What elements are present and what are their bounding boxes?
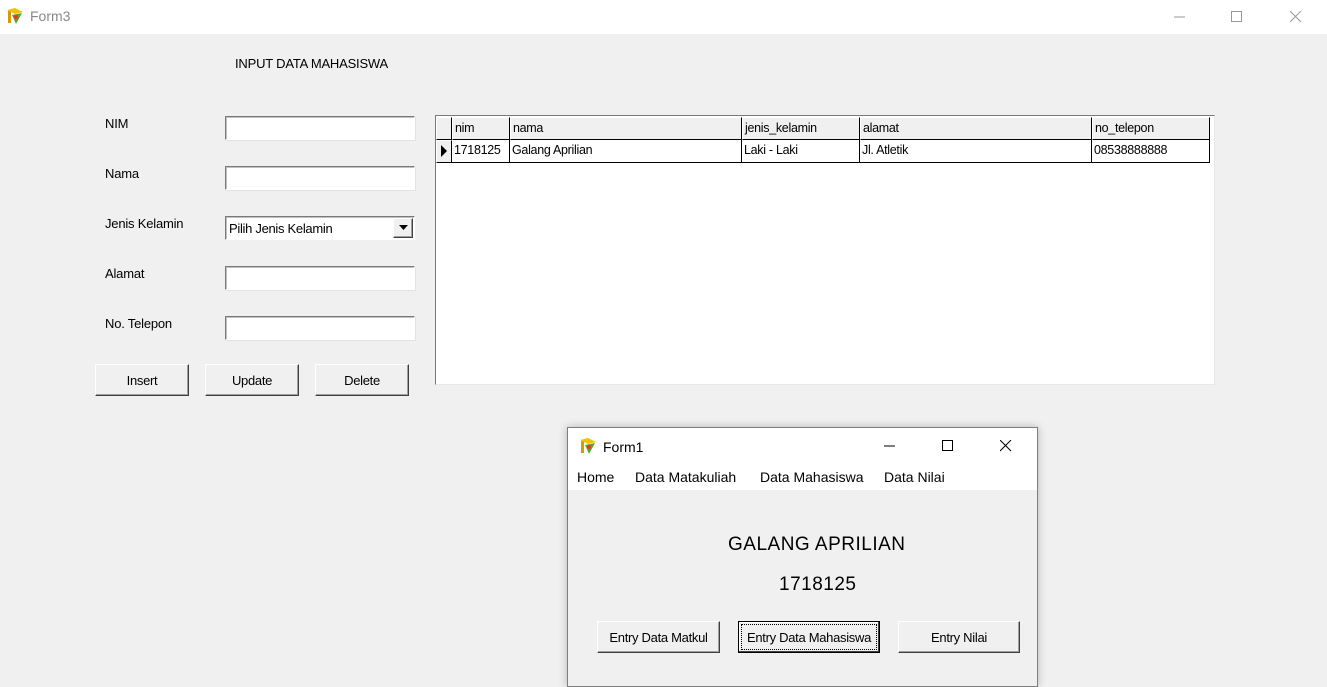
cell-jenis-kelamin[interactable]: Laki - Laki [742, 140, 860, 163]
jenis-kelamin-label: Jenis Kelamin [105, 216, 184, 231]
maximize-icon [1231, 11, 1242, 22]
page-title: INPUT DATA MAHASISWA [235, 56, 388, 71]
column-header-nim[interactable]: nim [452, 117, 510, 140]
nama-label: Nama [105, 166, 139, 181]
form1-menubar: Home Data Matakuliah Data Mahasiswa Data… [568, 464, 1037, 490]
header-indicator-cell [436, 117, 452, 140]
cell-alamat[interactable]: Jl. Atletik [860, 140, 1092, 163]
app-icon [579, 437, 597, 455]
app-icon [6, 7, 24, 25]
nama-input[interactable] [225, 166, 415, 190]
minimize-icon [1174, 16, 1185, 18]
nim-input[interactable] [225, 116, 415, 140]
entry-data-mahasiswa-button[interactable]: Entry Data Mahasiswa [738, 621, 880, 653]
cell-nama[interactable]: Galang Aprilian [510, 140, 742, 163]
cell-no-telepon[interactable]: 08538888888 [1092, 140, 1210, 163]
telepon-label: No. Telepon [105, 316, 172, 331]
cell-nim[interactable]: 1718125 [452, 140, 510, 163]
mahasiswa-data-grid[interactable]: nim nama jenis_kelamin alamat no_telepon… [435, 115, 1215, 385]
jenis-kelamin-selected: Pilih Jenis Kelamin [229, 221, 333, 236]
update-button[interactable]: Update [205, 364, 299, 396]
row-indicator-cell [436, 140, 452, 163]
menu-data-matakuliah[interactable]: Data Matakuliah [635, 469, 736, 485]
minimize-button[interactable] [1157, 0, 1203, 34]
form1-titlebar[interactable]: Form1 [568, 428, 1037, 464]
nim-label: NIM [105, 116, 129, 131]
close-icon [1290, 11, 1302, 23]
maximize-button[interactable] [1214, 0, 1260, 34]
insert-button[interactable]: Insert [95, 364, 189, 396]
maximize-icon [942, 440, 953, 451]
student-name: GALANG APRILIAN [728, 534, 906, 555]
entry-nilai-button[interactable]: Entry Nilai [898, 621, 1020, 653]
form3-titlebar[interactable]: Form3 [0, 0, 1327, 34]
form1-window[interactable]: Form1 Home Data Matakuliah Data Mahasisw… [567, 427, 1038, 687]
column-header-jenis-kelamin[interactable]: jenis_kelamin [742, 117, 860, 140]
form1-maximize-button[interactable] [925, 429, 971, 463]
student-nim: 1718125 [779, 574, 857, 595]
form1-title: Form1 [603, 439, 644, 455]
column-header-alamat[interactable]: alamat [860, 117, 1092, 140]
delete-button[interactable]: Delete [315, 364, 409, 396]
menu-home[interactable]: Home [577, 469, 614, 485]
form1-minimize-button[interactable] [867, 429, 913, 463]
column-header-no-telepon[interactable]: no_telepon [1092, 117, 1210, 140]
form1-close-button[interactable] [983, 429, 1029, 463]
jenis-kelamin-select[interactable]: Pilih Jenis Kelamin [225, 216, 415, 240]
menu-data-nilai[interactable]: Data Nilai [884, 469, 945, 485]
menu-data-mahasiswa[interactable]: Data Mahasiswa [760, 469, 864, 485]
close-button[interactable] [1273, 0, 1319, 34]
dropdown-button[interactable] [393, 218, 413, 238]
row-indicator-icon [441, 145, 447, 157]
alamat-input[interactable] [225, 266, 415, 290]
table-row[interactable]: 1718125 Galang Aprilian Laki - Laki Jl. … [436, 140, 1210, 163]
minimize-icon [884, 445, 895, 447]
alamat-label: Alamat [105, 266, 145, 281]
entry-data-matkul-button[interactable]: Entry Data Matkul [597, 621, 720, 653]
close-icon [1000, 440, 1012, 452]
telepon-input[interactable] [225, 316, 415, 340]
dropdown-arrow-icon [398, 225, 408, 230]
window-title: Form3 [30, 8, 71, 24]
column-header-nama[interactable]: nama [510, 117, 742, 140]
grid-header-row: nim nama jenis_kelamin alamat no_telepon [436, 117, 1210, 140]
